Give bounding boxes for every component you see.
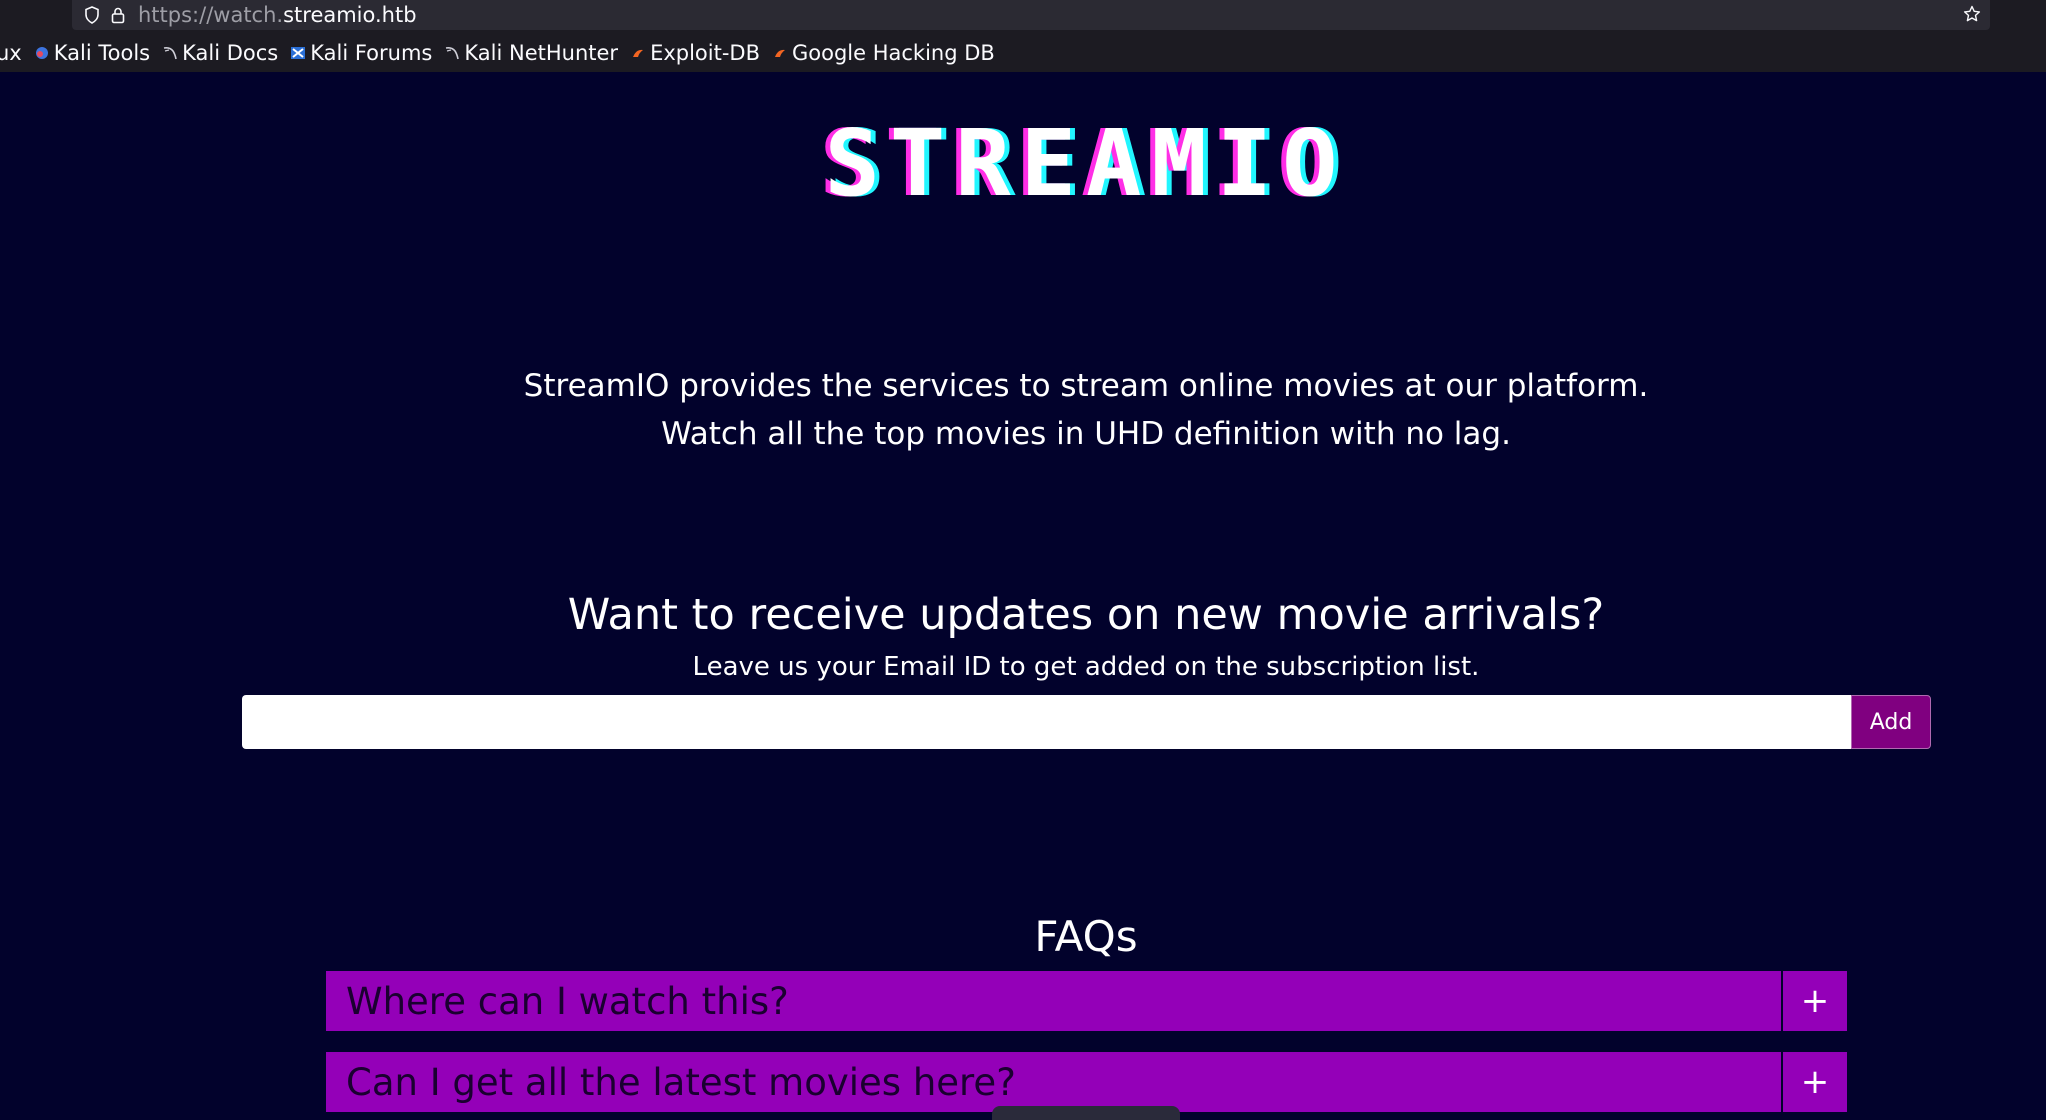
bookmark-label: Kali Docs — [182, 41, 279, 65]
bookmark-label: Exploit-DB — [650, 41, 760, 65]
faq-item[interactable]: Where can I watch this? + — [326, 971, 1847, 1031]
bookmark-google-hacking-db[interactable]: Google Hacking DB — [772, 41, 995, 65]
kali-dragon-icon — [162, 45, 178, 61]
url-text[interactable]: https://watch.streamio.htb — [138, 3, 417, 27]
add-button[interactable]: Add — [1851, 695, 1931, 749]
scroll-indicator[interactable] — [992, 1106, 1180, 1120]
kali-tools-icon — [34, 45, 50, 61]
logo-text: STREAMIO — [824, 110, 1348, 217]
bookmark-truncated[interactable]: ux — [0, 41, 22, 65]
subscribe-subtitle: Leave us your Email ID to get added on t… — [692, 652, 1480, 682]
faq-item[interactable]: Can I get all the latest movies here? + — [326, 1052, 1847, 1112]
bookmark-kali-tools[interactable]: Kali Tools — [34, 41, 150, 65]
shield-icon[interactable] — [82, 5, 102, 25]
faq-question[interactable]: Where can I watch this? — [326, 971, 1781, 1031]
bookmark-star-icon[interactable] — [1962, 4, 1982, 24]
address-bar[interactable]: https://watch.streamio.htb — [72, 0, 1990, 30]
bookmark-label: ux — [0, 41, 22, 65]
bookmark-label: Kali NetHunter — [464, 41, 619, 65]
browser-chrome: https://watch.streamio.htb ux Kali Tools… — [0, 0, 2046, 72]
bookmark-label: Google Hacking DB — [792, 41, 995, 65]
kali-dragon-icon — [444, 45, 460, 61]
kali-forums-icon — [290, 45, 306, 61]
intro-line-1: StreamIO provides the services to stream… — [523, 368, 1649, 404]
bookmark-label: Kali Tools — [53, 41, 151, 65]
subscribe-title: Want to receive updates on new movie arr… — [567, 590, 1605, 640]
url-domain: streamio.htb — [283, 3, 417, 27]
bookmark-kali-docs[interactable]: Kali Docs — [162, 41, 278, 65]
faq-expand-button[interactable]: + — [1783, 971, 1847, 1031]
email-input[interactable] — [242, 695, 1851, 749]
exploit-db-icon — [772, 45, 788, 61]
bookmark-kali-forums[interactable]: Kali Forums — [290, 41, 432, 65]
intro-text: StreamIO provides the services to stream… — [0, 362, 2046, 458]
bookmark-label: Kali Forums — [310, 41, 433, 65]
page-content: STREAMIO StreamIO provides the services … — [0, 72, 2046, 1120]
intro-line-2: Watch all the top movies in UHD definiti… — [661, 416, 1511, 452]
faq-question[interactable]: Can I get all the latest movies here? — [326, 1052, 1781, 1112]
faq-expand-button[interactable]: + — [1783, 1052, 1847, 1112]
bookmarks-toolbar: ux Kali Tools Kali Docs Kali Forums Kali… — [0, 38, 2046, 68]
bookmark-exploit-db[interactable]: Exploit-DB — [630, 41, 760, 65]
exploit-db-icon — [630, 45, 646, 61]
url-prefix: https://watch. — [138, 3, 284, 27]
lock-icon[interactable] — [108, 5, 128, 25]
faq-title: FAQs — [1034, 912, 1138, 961]
bookmark-kali-nethunter[interactable]: Kali NetHunter — [444, 41, 618, 65]
streamio-logo: STREAMIO — [0, 110, 2046, 217]
